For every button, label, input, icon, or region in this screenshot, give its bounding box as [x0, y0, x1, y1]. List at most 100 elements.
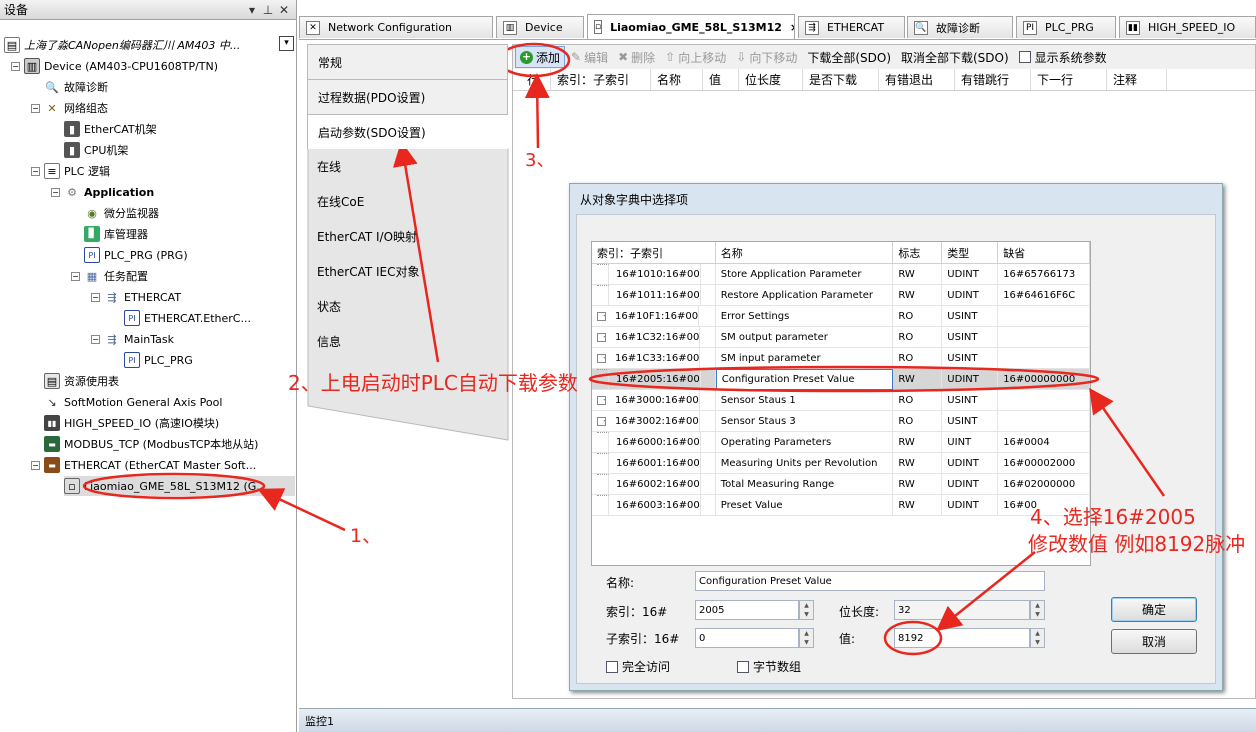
expand-icon[interactable]: +: [597, 353, 606, 363]
byte-array-checkbox[interactable]: 字节数组: [737, 658, 801, 675]
sdo-column-header[interactable]: 值: [703, 69, 739, 90]
subindex-field[interactable]: 0: [695, 628, 799, 648]
tree-item[interactable]: − ⚙ Application: [51, 182, 154, 202]
dictionary-row[interactable]: 16#1010:16#00 Store Application Parameter…: [592, 263, 1090, 285]
watch-panel-tab[interactable]: 监控1: [299, 708, 1256, 732]
collapse-toggle-icon[interactable]: −: [51, 187, 60, 197]
dictionary-column-header[interactable]: 索引：子索引: [592, 242, 716, 263]
editor-tab[interactable]: ▥ Device: [496, 16, 584, 38]
full-access-checkbox[interactable]: 完全访问: [606, 658, 670, 675]
tree-item[interactable]: ↘ SoftMotion General Axis Pool: [44, 392, 222, 412]
add-button[interactable]: + 添加: [515, 46, 566, 68]
index-spinner[interactable]: ▲ ▼: [799, 600, 814, 620]
pin-icon[interactable]: ⊥: [260, 3, 276, 17]
subindex-spinner[interactable]: ▲ ▼: [799, 628, 814, 648]
edit-button[interactable]: ✎ 编辑: [567, 46, 612, 68]
tree-item[interactable]: ◉ 微分监视器: [84, 203, 159, 223]
tree-item[interactable]: − ▥ Device (AM403-CPU1608TP/TN): [11, 56, 218, 76]
tree-item[interactable]: ▮▮ HIGH_SPEED_IO (高速IO模块): [44, 413, 219, 433]
collapse-toggle-icon[interactable]: −: [31, 103, 40, 113]
tree-item[interactable]: PI PLC_PRG (PRG): [84, 245, 188, 265]
dropdown-icon[interactable]: ▾: [244, 3, 260, 17]
side-tab[interactable]: 在线CoE: [307, 184, 508, 219]
collapse-toggle-icon[interactable]: −: [71, 271, 80, 281]
sdo-column-header[interactable]: 名称: [651, 69, 703, 90]
tree-item[interactable]: PI PLC_PRG: [124, 350, 193, 370]
sdo-column-header[interactable]: 下一行: [1031, 69, 1107, 90]
expand-icon[interactable]: +: [597, 416, 606, 426]
tree-item[interactable]: ▊ 库管理器: [84, 224, 148, 244]
dictionary-row[interactable]: +16#3000:16#00Sensor Staus 1ROUSINT: [592, 389, 1090, 411]
value-field[interactable]: 8192: [894, 628, 1030, 648]
side-tab[interactable]: EtherCAT I/O映射: [307, 219, 508, 254]
editor-tab[interactable]: PI PLC_PRG: [1016, 16, 1116, 38]
tree-scroll-dropdown[interactable]: ▾: [279, 36, 294, 51]
ok-button[interactable]: 确定: [1111, 597, 1197, 622]
expand-icon[interactable]: +: [597, 332, 606, 342]
sdo-column-header[interactable]: 是否下载: [803, 69, 879, 90]
tree-item[interactable]: − ⇶ MainTask: [91, 329, 174, 349]
tree-item[interactable]: − ⇶ ETHERCAT: [91, 287, 181, 307]
dictionary-row[interactable]: 16#6001:16#00 Measuring Units per Revolut…: [592, 452, 1090, 474]
dictionary-row[interactable]: 16#6003:16#00 Preset Value RW UDINT 16#00: [592, 494, 1090, 516]
side-tab[interactable]: 启动参数(SDO设置): [307, 114, 508, 149]
dictionary-column-header[interactable]: 缺省: [998, 242, 1090, 263]
tree-item[interactable]: 🔍 故障诊断: [44, 77, 108, 97]
expand-icon[interactable]: +: [597, 395, 606, 405]
sdo-column-header[interactable]: 位长度: [739, 69, 803, 90]
tree-item[interactable]: ▤ 资源使用表: [44, 371, 119, 391]
close-tab-icon[interactable]: ×: [790, 21, 794, 34]
bit-length-spinner[interactable]: ▲ ▼: [1030, 600, 1045, 620]
editor-tab[interactable]: 🔍 故障诊断: [907, 16, 1013, 38]
tree-item[interactable]: PI ETHERCAT.EtherC...: [124, 308, 251, 328]
collapse-toggle-icon[interactable]: −: [91, 292, 100, 302]
dictionary-row[interactable]: 16#6000:16#00 Operating Parameters RW UINT 1…: [592, 431, 1090, 453]
expand-icon[interactable]: +: [597, 311, 606, 321]
move-up-button[interactable]: ⇧ 向上移动: [661, 46, 730, 68]
collapse-toggle-icon[interactable]: −: [11, 61, 20, 71]
dictionary-row[interactable]: +16#1C32:16#00SM output parameterROUSINT: [592, 326, 1090, 348]
value-spinner[interactable]: ▲ ▼: [1030, 628, 1045, 648]
dictionary-row[interactable]: 16#6002:16#00 Total Measuring Range RW UDIN…: [592, 473, 1090, 495]
tree-item[interactable]: − ≡ PLC 逻辑: [31, 161, 110, 181]
dictionary-column-header[interactable]: 标志: [893, 242, 943, 263]
index-field[interactable]: 2005: [695, 600, 799, 620]
dictionary-row[interactable]: +16#3002:16#00Sensor Staus 3ROUSINT: [592, 410, 1090, 432]
tree-item[interactable]: −▤上海了淼CANopen编码器汇川 AM403 中...: [0, 35, 240, 55]
tree-item[interactable]: ▮ CPU机架: [64, 140, 128, 160]
editor-tab[interactable]: ✕ Network Configuration: [299, 16, 493, 38]
download-all-button[interactable]: 下载全部(SDO): [803, 46, 895, 68]
sdo-column-header[interactable]: 行: [521, 69, 551, 90]
side-tab[interactable]: 信息: [307, 324, 508, 359]
sdo-column-header[interactable]: 索引：子索引: [551, 69, 651, 90]
tree-item[interactable]: − ▦ 任务配置: [71, 266, 148, 286]
tree-item[interactable]: ▮ EtherCAT机架: [64, 119, 157, 139]
sdo-column-header[interactable]: 有错跳行: [955, 69, 1031, 90]
side-tab[interactable]: 常规: [307, 44, 508, 79]
cancel-download-all-button[interactable]: 取消全部下载(SDO): [897, 46, 1013, 68]
close-icon[interactable]: ✕: [276, 3, 292, 17]
show-system-parameters-checkbox[interactable]: 显示系统参数: [1015, 46, 1111, 68]
tree-item[interactable]: − ▬ ETHERCAT (EtherCAT Master Soft...: [31, 455, 256, 475]
move-down-button[interactable]: ⇩ 向下移动: [732, 46, 801, 68]
editor-tab[interactable]: ⇶ ETHERCAT: [798, 16, 905, 38]
collapse-toggle-icon[interactable]: −: [91, 334, 100, 344]
side-tab[interactable]: 状态: [307, 289, 508, 324]
sdo-column-header[interactable]: 注释: [1107, 69, 1167, 90]
cancel-button[interactable]: 取消: [1111, 629, 1197, 654]
dictionary-row[interactable]: 16#1011:16#00 Restore Application Paramet…: [592, 284, 1090, 306]
tree-item[interactable]: − ✕ 网络组态: [31, 98, 108, 118]
dictionary-column-header[interactable]: 类型: [942, 242, 999, 263]
dictionary-column-header[interactable]: 名称: [716, 242, 894, 263]
collapse-toggle-icon[interactable]: −: [31, 166, 40, 176]
dictionary-row[interactable]: +16#1C33:16#00SM input parameterROUSINT: [592, 347, 1090, 369]
dictionary-row[interactable]: +16#10F1:16#00Error SettingsROUSINT: [592, 305, 1090, 327]
dictionary-row[interactable]: 16#2005:16#00 Configuration Preset Value R…: [592, 368, 1090, 390]
side-tab[interactable]: 过程数据(PDO设置): [307, 79, 508, 114]
tree-item[interactable]: ▬ MODBUS_TCP (ModbusTCP本地从站): [44, 434, 258, 454]
side-tab[interactable]: 在线: [307, 149, 508, 184]
editor-tab[interactable]: ▮▮ HIGH_SPEED_IO: [1119, 16, 1256, 38]
tree-item[interactable]: ▫ Liaomiao_GME_58L_S13M12 (G...: [64, 476, 295, 496]
editor-tab[interactable]: ▫ Liaomiao_GME_58L_S13M12 ×: [587, 14, 795, 39]
delete-button[interactable]: ✖ 删除: [614, 46, 659, 68]
